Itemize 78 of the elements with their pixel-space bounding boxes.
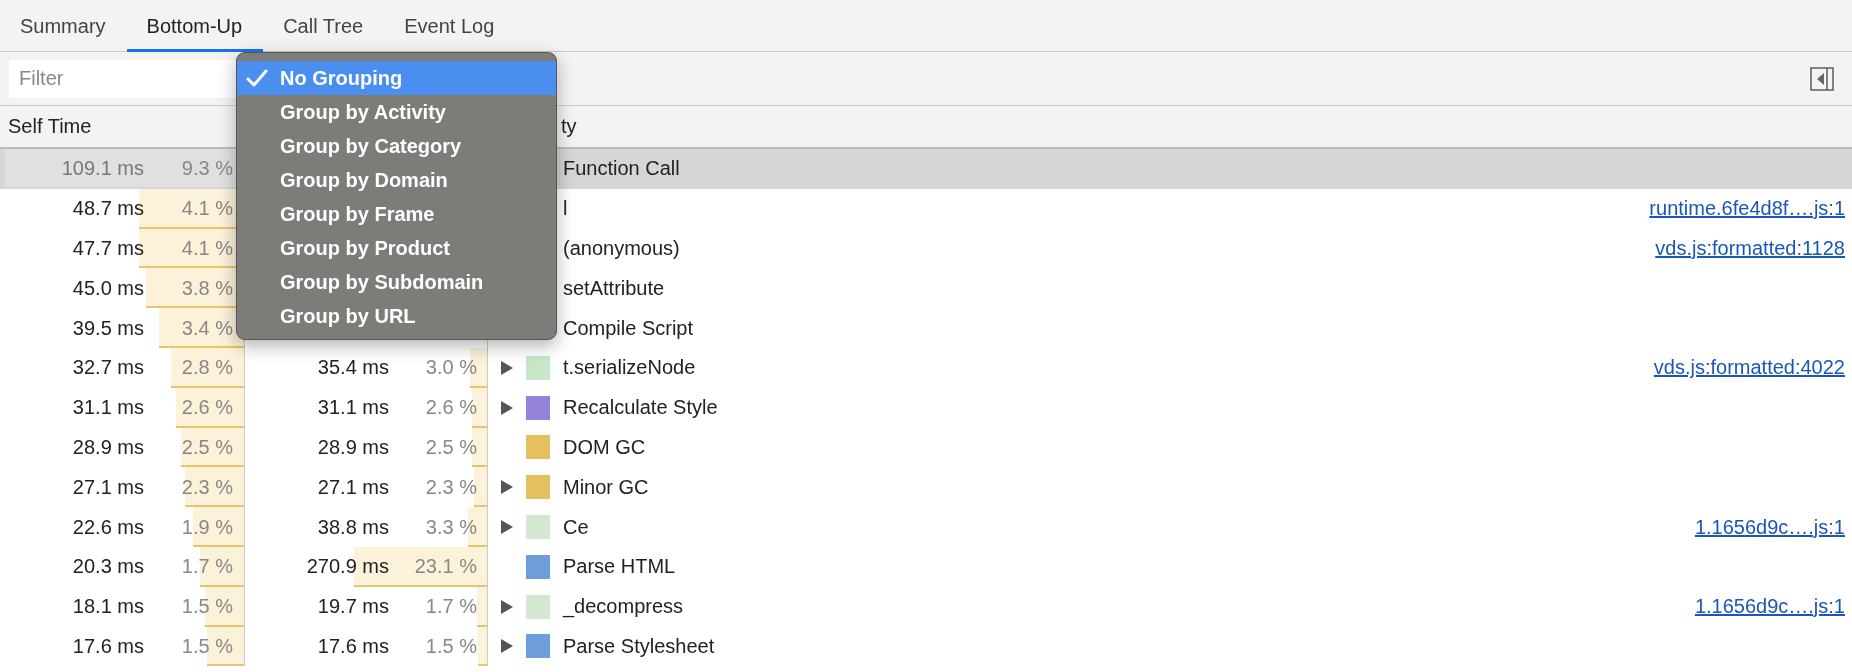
source-link[interactable]: 1.1656d9c….js:1 — [1694, 515, 1845, 539]
percent-value: 23.1 % — [413, 555, 477, 579]
percent-value: 2.3 % — [424, 475, 477, 499]
time-value: 17.6 ms — [316, 634, 389, 658]
time-value: 28.9 ms — [316, 435, 389, 459]
time-value: 35.4 ms — [316, 356, 389, 380]
activity-name: setAttribute — [563, 276, 665, 300]
sidebar-toggle-icon[interactable] — [1810, 66, 1834, 91]
activity-name: DOM GC — [563, 435, 646, 459]
percent-value: 2.6 % — [424, 396, 477, 420]
percent-value: 1.7 % — [424, 595, 477, 619]
activity-name: Parse Stylesheet — [563, 634, 715, 658]
activity-name: l — [563, 197, 568, 221]
menu-item[interactable]: Group by Product — [237, 231, 556, 265]
source-link[interactable]: runtime.6fe4d8f….js:1 — [1649, 197, 1845, 221]
checkmark-icon — [246, 68, 268, 88]
expand-triangle-icon[interactable] — [500, 519, 514, 536]
source-link[interactable]: vds.js:formatted:4022 — [1653, 356, 1845, 380]
percent-value: 3.8 % — [180, 276, 233, 300]
column-header: ty — [561, 115, 577, 137]
tab[interactable]: Call Tree — [263, 0, 385, 52]
percent-value: 1.7 % — [180, 555, 233, 579]
column-header: Self Time — [7, 115, 93, 138]
time-value: 27.1 ms — [71, 475, 144, 499]
menu-item[interactable]: Group by Frame — [237, 197, 556, 231]
activity-name: (anonymous) — [563, 237, 680, 260]
percent-value: 4.1 % — [180, 197, 233, 221]
expand-triangle-icon[interactable] — [500, 359, 514, 376]
time-value: 47.7 ms — [71, 237, 144, 260]
activity-name: Parse HTML — [563, 555, 676, 579]
activity-name: Minor GC — [563, 475, 649, 499]
time-value: 32.7 ms — [71, 356, 144, 380]
activity-name: Compile Script — [563, 316, 694, 340]
time-value: 22.6 ms — [71, 515, 144, 539]
activity-name: Function Call — [563, 157, 680, 181]
activity-name: t.serializeNode — [563, 356, 696, 380]
time-value: 28.9 ms — [71, 435, 144, 459]
percent-value: 1.9 % — [180, 515, 233, 539]
time-value: 19.7 ms — [316, 595, 389, 619]
expand-triangle-icon[interactable] — [500, 479, 514, 496]
time-value: 48.7 ms — [71, 197, 144, 221]
menu-item[interactable]: Group by Subdomain — [237, 265, 556, 299]
time-value: 31.1 ms — [316, 396, 389, 420]
menu-item[interactable]: Group by URL — [237, 299, 556, 333]
expand-triangle-icon[interactable] — [500, 598, 514, 615]
tab[interactable]: Event Log — [384, 0, 516, 52]
percent-value: 2.5 % — [180, 435, 233, 459]
source-link[interactable]: 1.1656d9c….js:1 — [1694, 595, 1845, 619]
time-value: 18.1 ms — [71, 595, 144, 619]
percent-value: 2.3 % — [180, 475, 233, 499]
activity-name: Recalculate Style — [563, 396, 718, 420]
source-link[interactable]: vds.js:formatted:1128 — [1655, 237, 1845, 260]
percent-value: 3.0 % — [424, 356, 477, 380]
percent-value: 4.1 % — [180, 237, 233, 260]
time-value: 27.1 ms — [316, 475, 389, 499]
time-value: 38.8 ms — [316, 515, 389, 539]
percent-value: 1.5 % — [180, 595, 233, 619]
percent-value: 1.5 % — [180, 634, 233, 658]
percent-value: 9.3 % — [180, 157, 233, 181]
activity-name: Ce — [563, 515, 589, 539]
activity-name: _decompress — [563, 595, 684, 619]
time-value: 31.1 ms — [71, 396, 144, 420]
percent-value: 2.6 % — [180, 396, 233, 420]
time-value: 270.9 ms — [305, 555, 389, 579]
tab[interactable]: Summary — [0, 0, 127, 52]
percent-value: 3.4 % — [180, 316, 233, 340]
time-value: 109.1 ms — [60, 157, 144, 181]
percent-value: 2.8 % — [180, 356, 233, 380]
percent-value: 1.5 % — [424, 634, 477, 658]
percent-value: 2.5 % — [424, 435, 477, 459]
time-value: 17.6 ms — [71, 634, 144, 658]
expand-triangle-icon[interactable] — [500, 638, 514, 655]
percent-value: 3.3 % — [424, 515, 477, 539]
time-value: 45.0 ms — [71, 276, 144, 300]
time-value: 20.3 ms — [71, 555, 144, 579]
expand-triangle-icon[interactable] — [500, 399, 514, 416]
menu-item[interactable]: Group by Activity — [237, 95, 556, 129]
time-value: 39.5 ms — [71, 316, 144, 340]
